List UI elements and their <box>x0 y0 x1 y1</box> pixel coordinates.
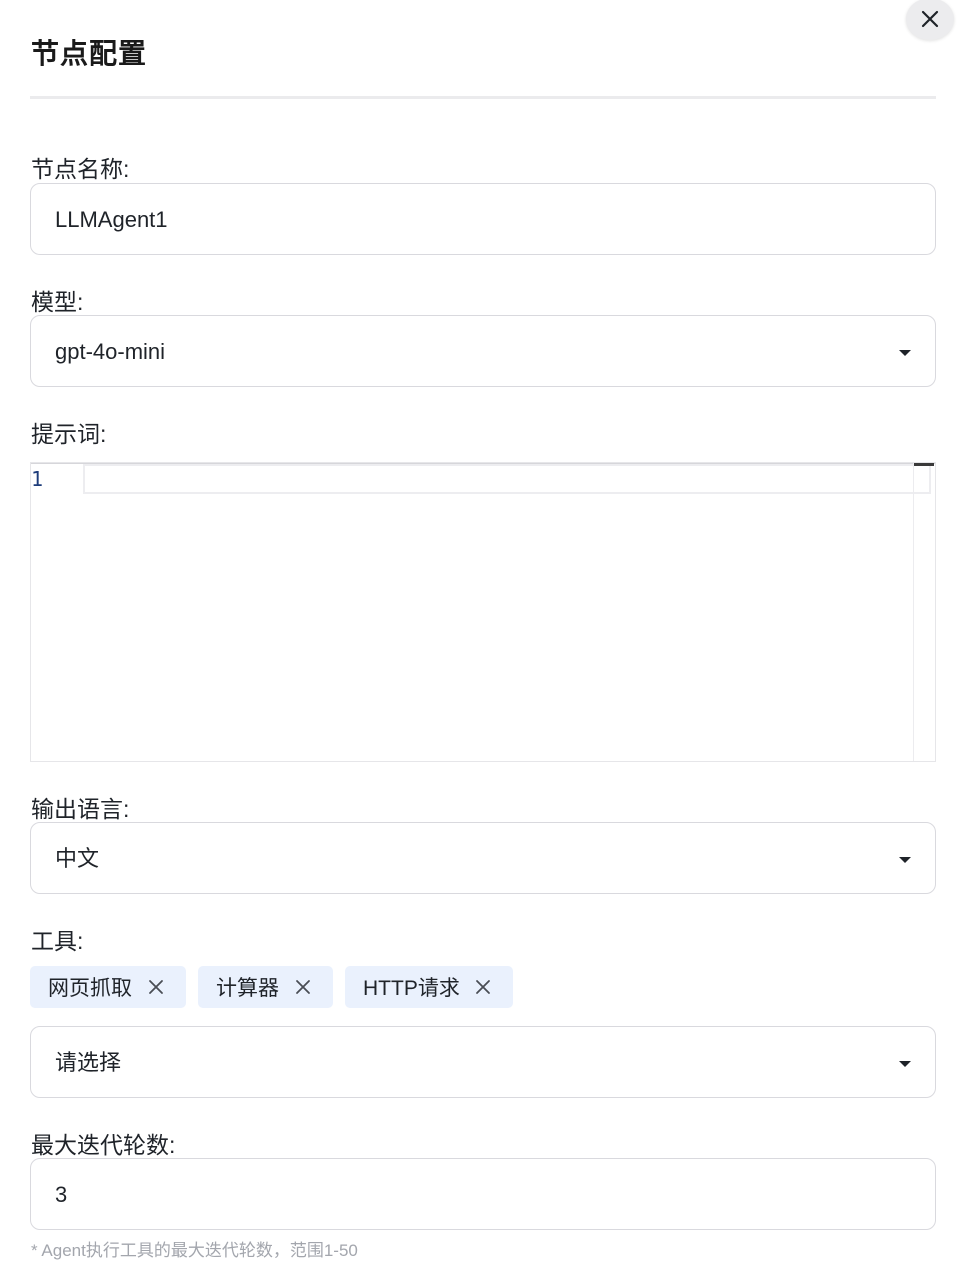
title-divider <box>30 96 936 99</box>
tool-tag-http-request: HTTP请求 <box>345 966 513 1008</box>
model-select[interactable]: gpt-4o-mini <box>30 315 936 387</box>
max-iterations-input[interactable]: 3 <box>30 1158 936 1230</box>
max-iterations-value: 3 <box>55 1182 68 1207</box>
prompt-editor[interactable]: 1 <box>30 462 936 762</box>
active-line-highlight <box>83 464 931 494</box>
tool-tag-calculator: 计算器 <box>198 966 333 1008</box>
model-value: gpt-4o-mini <box>55 339 166 364</box>
close-icon[interactable] <box>474 978 492 996</box>
tool-tag-web-scrape: 网页抓取 <box>30 966 186 1008</box>
node-name-input[interactable]: LLMAgent1 <box>30 183 936 255</box>
close-icon <box>921 10 939 28</box>
dialog-title: 节点配置 <box>31 38 148 69</box>
max-iterations-label: 最大迭代轮数: <box>31 1132 176 1158</box>
output-language-select[interactable]: 中文 <box>30 822 936 894</box>
tool-tag-label: 计算器 <box>216 977 279 1000</box>
output-language-label: 输出语言: <box>31 796 130 822</box>
scrollbar-indicator <box>914 463 934 466</box>
prompt-label: 提示词: <box>31 421 107 447</box>
node-name-label: 节点名称: <box>31 156 130 182</box>
output-language-value: 中文 <box>55 846 100 871</box>
close-icon[interactable] <box>147 978 165 996</box>
tool-tag-label: HTTP请求 <box>363 977 460 1000</box>
editor-scrollbar[interactable] <box>913 463 914 761</box>
model-label: 模型: <box>31 289 84 315</box>
max-iterations-hint: * Agent执行工具的最大迭代轮数，范围1-50 <box>31 1241 358 1260</box>
line-number: 1 <box>31 467 44 491</box>
node-name-value: LLMAgent1 <box>55 207 168 232</box>
close-button[interactable] <box>906 0 954 40</box>
tools-label: 工具: <box>31 928 84 954</box>
tools-select-placeholder: 请选择 <box>55 1050 122 1075</box>
chevron-down-icon <box>899 1061 911 1067</box>
chevron-down-icon <box>899 350 911 356</box>
tool-tag-label: 网页抓取 <box>48 977 132 1000</box>
close-icon[interactable] <box>294 978 312 996</box>
chevron-down-icon <box>899 857 911 863</box>
tools-select[interactable]: 请选择 <box>30 1026 936 1098</box>
